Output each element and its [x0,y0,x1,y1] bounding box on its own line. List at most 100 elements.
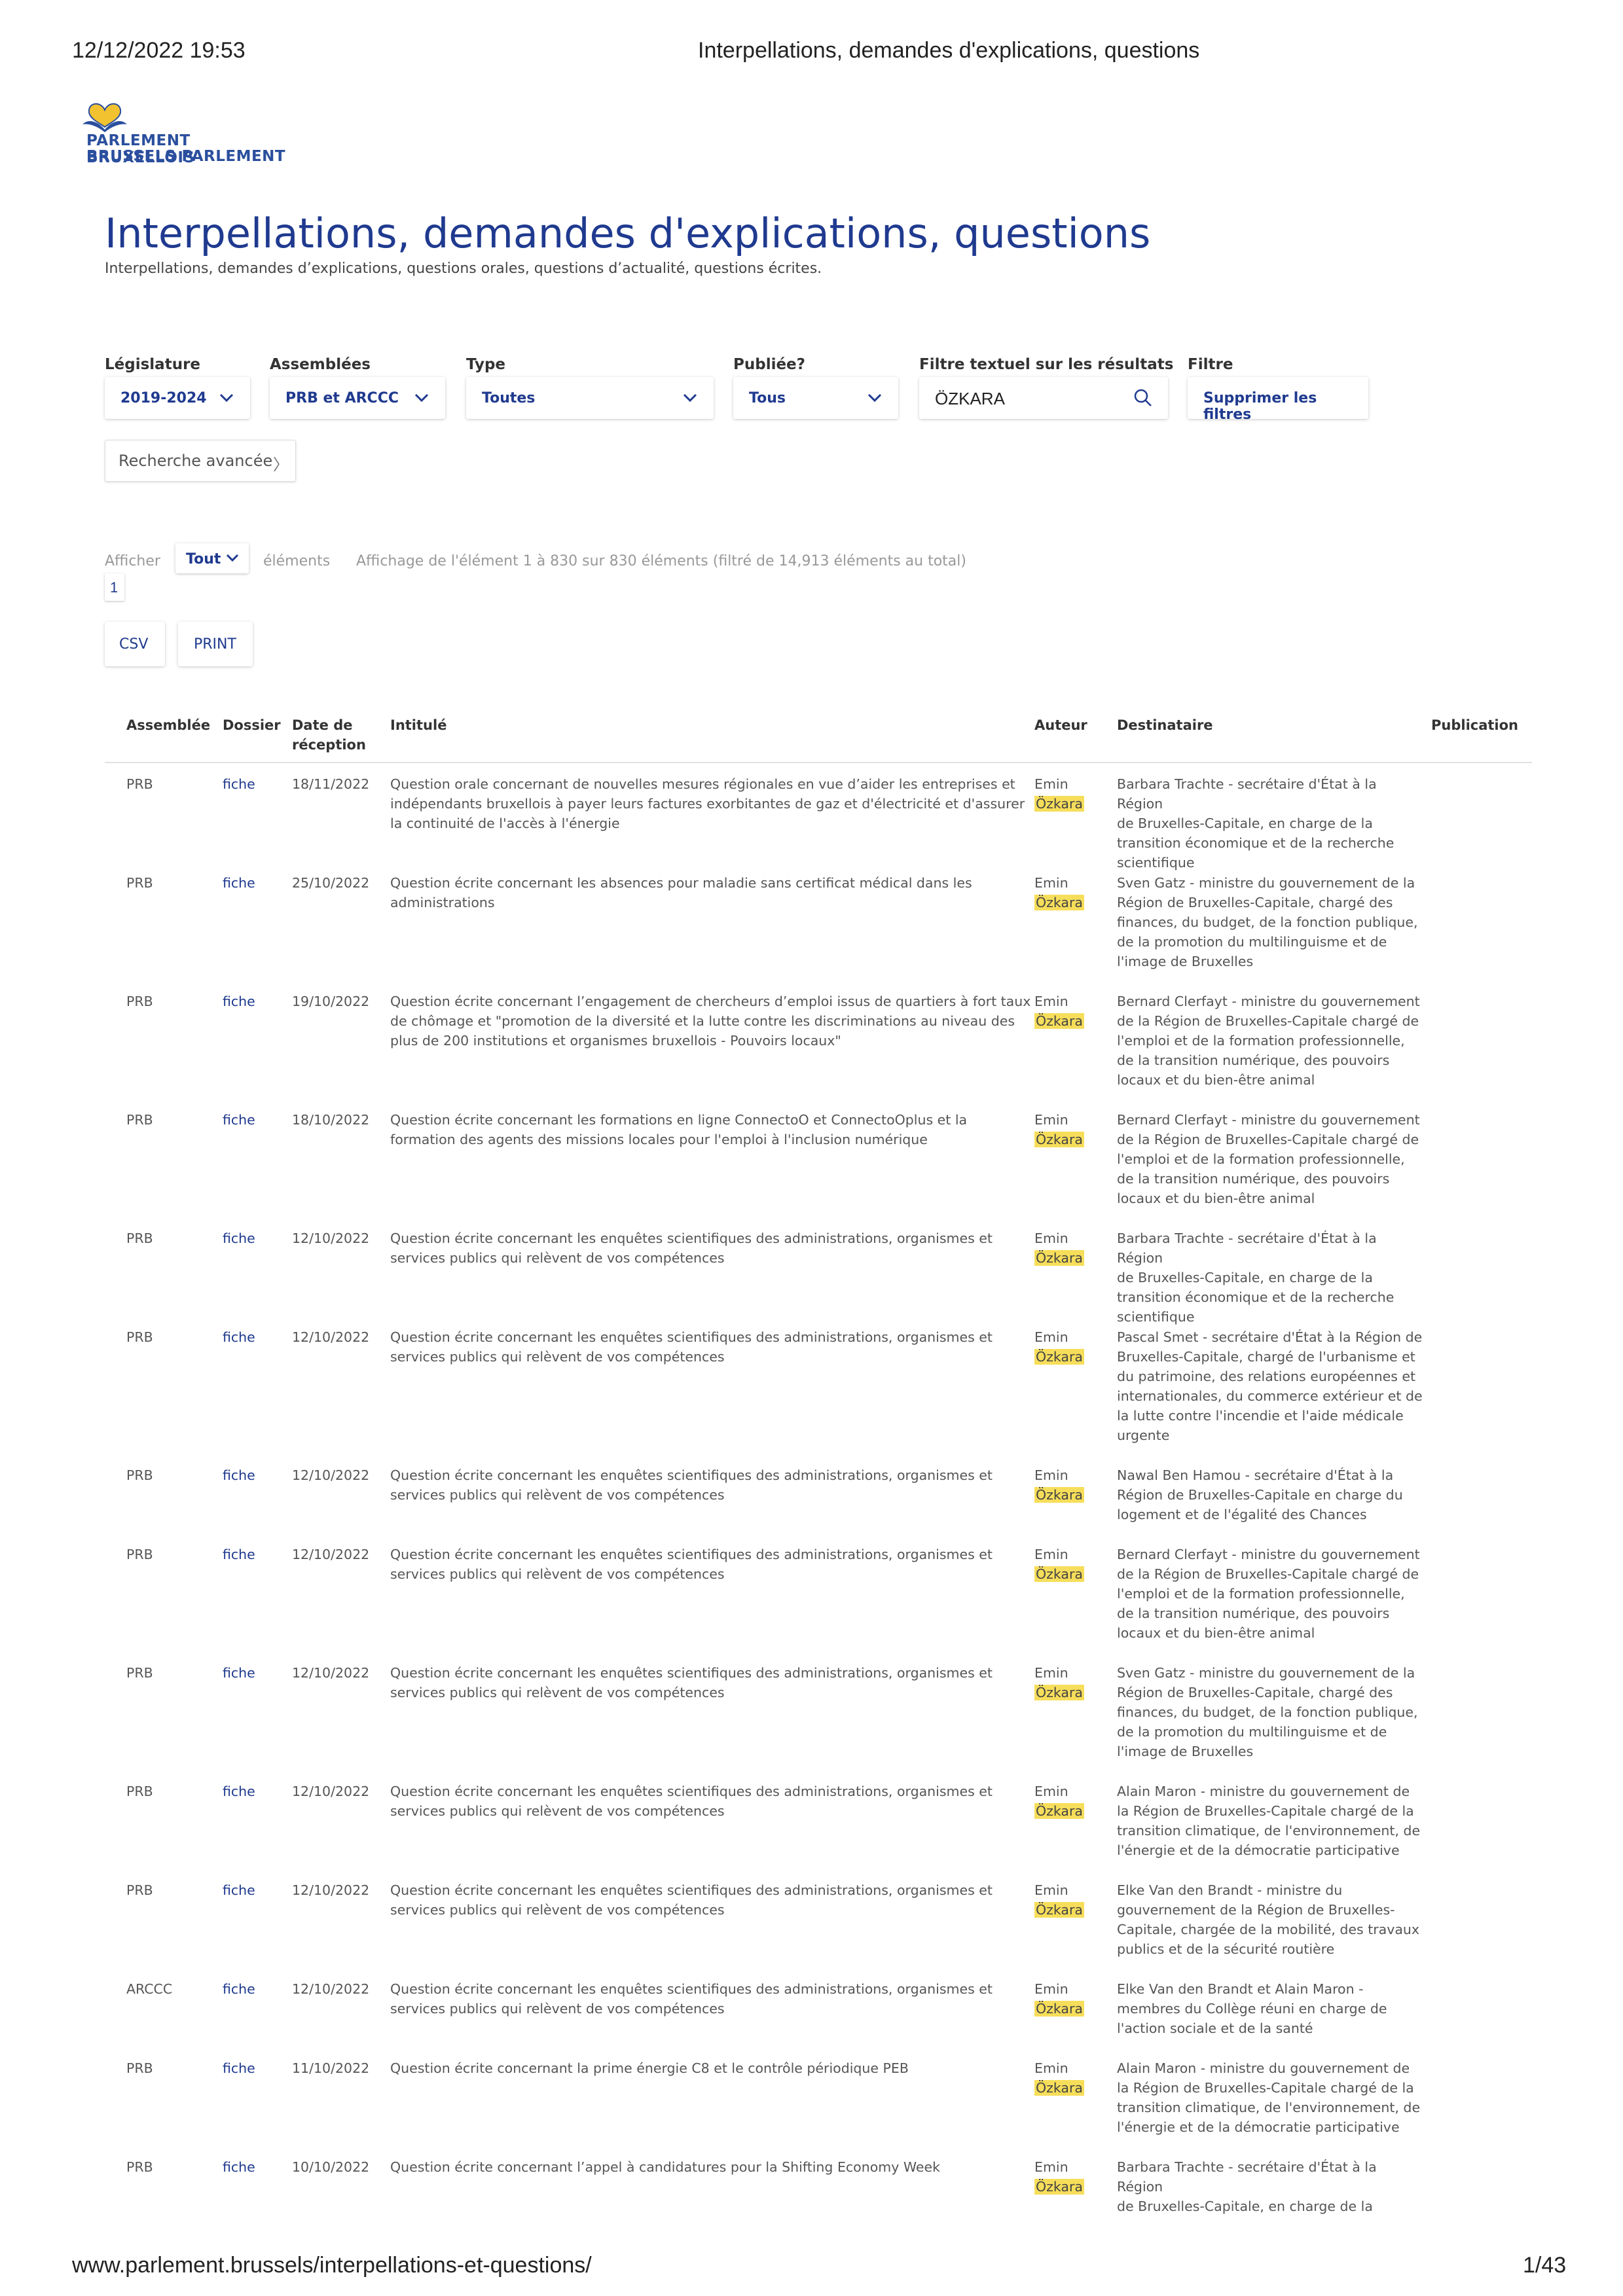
parliament-logo[interactable]: PARLEMENT BRUXELLOIS BRUSSELS PARLEMENT [79,98,295,170]
intitule-line: indépendants bruxellois à payer leurs fa… [390,796,1025,812]
intitule-line: Question écrite concernant l’appel à can… [390,2159,941,2175]
author-first-name: Emin [1034,994,1068,1009]
col-assemblee[interactable]: Assemblée [126,715,210,735]
clear-filters-button[interactable]: Supprimer les filtres [1188,377,1368,423]
intitule-line: de chômage et "promotion de la diversité… [390,1013,1015,1029]
intitule-line: Question écrite concernant les enquêtes … [390,1665,993,1681]
fiche-link[interactable]: fiche [223,1782,255,1801]
destinataire-line: Bernard Clerfayt - ministre du gouvernem… [1117,1112,1420,1128]
page-length-value: Tout [186,551,221,567]
clear-filters-label: Supprimer les filtres [1203,390,1317,423]
print-button[interactable]: PRINT [178,622,253,666]
cell-date: 12/10/2022 [292,1665,370,1681]
csv-label: CSV [119,636,149,653]
cell-assemblee: PRB [126,1230,153,1246]
col-intitule[interactable]: Intitulé [390,715,447,735]
fiche-link[interactable]: fiche [223,1327,255,1347]
cell-destinataire: Barbara Trachte - secrétaire d'État à la… [1117,774,1425,872]
cell-destinataire: Bernard Clerfayt - ministre du gouvernem… [1117,992,1425,1090]
author-first-name: Emin [1034,1329,1068,1345]
cell-destinataire: Sven Gatz - ministre du gouvernement de … [1117,1663,1425,1761]
pagination-page-1[interactable]: 1 [105,573,124,601]
text-filter-input[interactable]: ÖZKARA [919,377,1168,419]
author-last-name-highlight: Özkara [1034,1685,1084,1700]
page-length-select[interactable]: Tout [175,543,249,573]
cell-auteur: Emin Özkara [1034,2157,1084,2197]
fiche-link[interactable]: fiche [223,1545,255,1564]
author-first-name: Emin [1034,1547,1068,1562]
cell-date: 12/10/2022 [292,1784,370,1799]
destinataire-line: Bernard Clerfayt - ministre du gouvernem… [1117,1547,1420,1562]
cell-assemblee: PRB [126,1882,153,1898]
search-icon[interactable] [1133,387,1154,408]
page-subtitle: Interpellations, demandes d’explications… [105,260,822,277]
fiche-link[interactable]: fiche [223,873,255,893]
cell-date: 12/10/2022 [292,1230,370,1246]
fiche-link[interactable]: fiche [223,992,255,1011]
col-auteur[interactable]: Auteur [1034,715,1087,735]
cell-destinataire: Bernard Clerfayt - ministre du gouvernem… [1117,1110,1425,1208]
legislature-select[interactable]: 2019-2024 [105,377,250,419]
cell-destinataire: Bernard Clerfayt - ministre du gouvernem… [1117,1545,1425,1643]
destinataire-line: l'emploi et de la formation professionne… [1117,1151,1405,1167]
chevron-down-icon [414,393,429,403]
cell-intitule: Question écrite concernant les enquêtes … [390,1782,1032,1821]
fiche-link[interactable]: fiche [223,774,255,794]
cell-intitule: Question écrite concernant la prime éner… [390,2058,1032,2078]
fiche-link[interactable]: fiche [223,1880,255,1900]
chevron-down-icon [867,393,882,403]
intitule-line: Question écrite concernant les enquêtes … [390,1329,993,1345]
fiche-link[interactable]: fiche [223,2157,255,2177]
col-date-line2: réception [292,737,366,753]
csv-button[interactable]: CSV [105,622,165,666]
cell-assemblee: PRB [126,1112,153,1128]
fiche-link[interactable]: fiche [223,1663,255,1683]
col-publication[interactable]: Publication [1431,715,1518,735]
assemblees-select[interactable]: PRB et ARCCC [270,377,445,419]
col-dossier[interactable]: Dossier [223,715,281,735]
destinataire-line: gouvernement de la Région de Bruxelles- [1117,1902,1395,1918]
intitule-line: services publics qui relèvent de vos com… [390,1566,725,1582]
cell-auteur: Emin Özkara [1034,992,1084,1031]
fiche-link[interactable]: fiche [223,1229,255,1248]
cell-destinataire: Elke Van den Brandt et Alain Maron - memb… [1117,1979,1425,2038]
cell-assemblee: ARCCC [126,1981,173,1997]
cell-destinataire: Nawal Ben Hamou - secrétaire d'État à la… [1117,1465,1425,1524]
cell-destinataire: Elke Van den Brandt - ministre du gouvern… [1117,1880,1425,1959]
destinataire-line: transition économique et de la recherche [1117,1289,1395,1305]
fiche-link[interactable]: fiche [223,1465,255,1485]
pagination-page-label: 1 [110,579,119,596]
cell-assemblee: PRB [126,875,153,891]
cell-auteur: Emin Özkara [1034,1782,1084,1821]
author-last-name-highlight: Özkara [1034,1013,1084,1029]
advanced-search-label: Recherche avancée [119,452,273,470]
intitule-line: services publics qui relèvent de vos com… [390,1250,725,1266]
cell-assemblee: PRB [126,1665,153,1681]
author-last-name-highlight: Özkara [1034,1487,1084,1503]
fiche-link[interactable]: fiche [223,1110,255,1130]
type-value: Toutes [482,390,536,406]
publiee-select[interactable]: Tous [733,377,898,419]
author-first-name: Emin [1034,1665,1068,1681]
fiche-link[interactable]: fiche [223,2058,255,2078]
destinataire-line: scientifique [1117,855,1195,870]
cell-assemblee: PRB [126,2159,153,2175]
table-header-divider [105,762,1532,763]
cell-date: 18/10/2022 [292,1112,370,1128]
destinataire-line: l'emploi et de la formation professionne… [1117,1586,1405,1602]
destinataire-line: de Bruxelles-Capitale, en charge de la [1117,2198,1373,2214]
destinataire-line: Elke Van den Brandt et Alain Maron - [1117,1981,1364,1997]
fiche-link[interactable]: fiche [223,1979,255,1999]
destinataire-line: Sven Gatz - ministre du gouvernement de … [1117,875,1415,891]
col-date[interactable]: Date de réception [292,715,366,755]
intitule-line: formation des agents des missions locale… [390,1132,928,1147]
cell-auteur: Emin Özkara [1034,1880,1084,1920]
type-select[interactable]: Toutes [466,377,714,419]
author-last-name-highlight: Özkara [1034,1132,1084,1147]
advanced-search-button[interactable]: Recherche avancée 〉 [105,440,296,482]
author-last-name-highlight: Özkara [1034,1803,1084,1819]
destinataire-line: de la transition numérique, des pouvoirs [1117,1605,1390,1621]
intitule-line: Question écrite concernant les enquêtes … [390,1230,993,1246]
author-last-name-highlight: Özkara [1034,1566,1084,1582]
col-destinataire[interactable]: Destinataire [1117,715,1213,735]
